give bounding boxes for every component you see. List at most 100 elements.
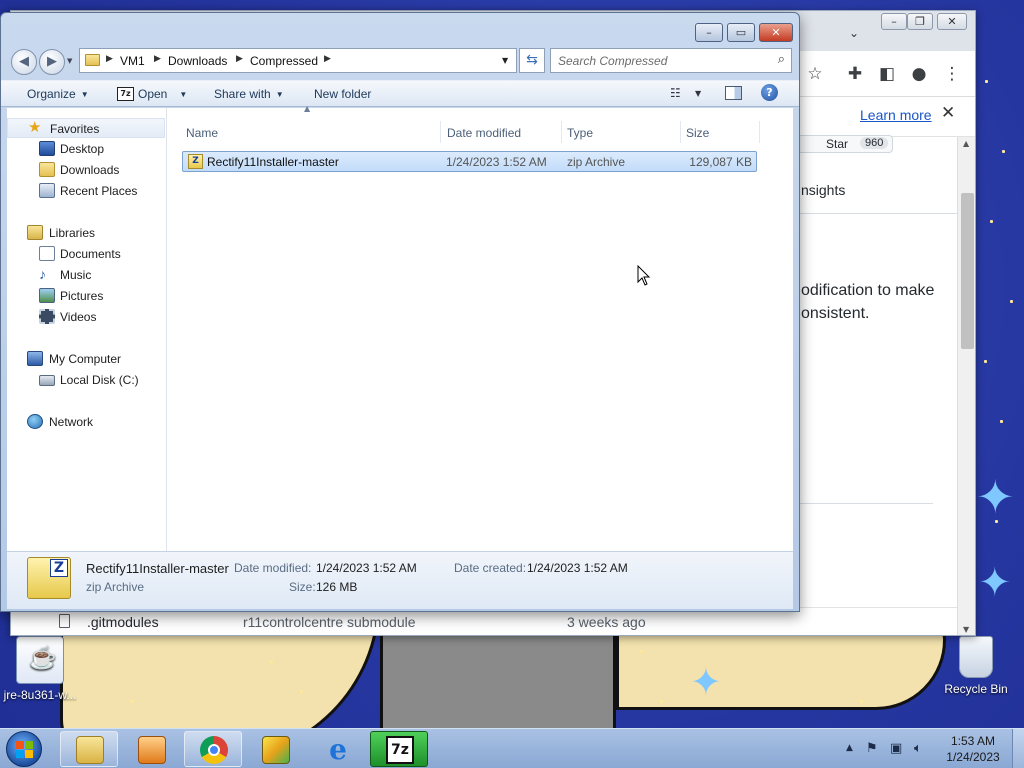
file-name[interactable]: Rectify11Installer-master (207, 155, 339, 169)
file-row-name[interactable]: .gitmodules (87, 614, 159, 630)
repo-star-button[interactable]: Star 960 (797, 135, 893, 153)
volume-speaker-icon[interactable]: 🔈︎ (914, 741, 922, 756)
taskbar-internet-explorer-button[interactable]: e (308, 731, 366, 767)
browser-maximize-button[interactable]: ❐ (907, 13, 933, 30)
preview-pane-icon[interactable] (725, 86, 742, 100)
content-divider (799, 503, 933, 504)
zip-badge-icon: Z (50, 559, 68, 577)
browser-close-button[interactable]: ✕ (937, 13, 967, 30)
column-header-date-modified[interactable]: Date modified (447, 126, 521, 140)
learn-more-link[interactable]: Learn more (860, 107, 932, 123)
nav-label: Downloads (60, 163, 120, 177)
taskbar-explorer-button[interactable] (60, 731, 118, 767)
explorer-window[interactable]: – ▭ ✕ ◀ ▶ ▼ ▶ VM1 ▶ Downloads ▶ Compress… (0, 12, 800, 612)
breadcrumb-separator-icon[interactable]: ▶ (154, 54, 161, 64)
show-desktop-button[interactable] (1012, 729, 1024, 768)
taskbar-chrome-button[interactable] (184, 731, 242, 767)
column-header-type[interactable]: Type (567, 126, 593, 140)
network-status-icon[interactable]: ▣ (890, 741, 902, 756)
wallpaper-speck (1002, 150, 1005, 153)
back-button[interactable]: ◀ (11, 49, 37, 75)
search-box[interactable]: Search Compressed ⌕ (550, 48, 792, 73)
address-bar[interactable]: ▶ VM1 ▶ Downloads ▶ Compressed ▶ ▼ (79, 48, 517, 73)
nav-network[interactable]: Network (7, 412, 167, 432)
breadcrumb-vm1[interactable]: VM1 (120, 54, 145, 68)
file-row-commit-message[interactable]: r11controlcentre submodule (243, 614, 416, 630)
file-row-selected[interactable]: Z Rectify11Installer-master 1/24/2023 1:… (182, 151, 757, 172)
network-globe-icon (27, 414, 43, 429)
extensions-puzzle-icon[interactable]: ✚ (843, 62, 867, 86)
view-options-icon[interactable]: ☷ (670, 86, 681, 100)
taskbar-clock[interactable]: 1:53 AM 1/24/2023 (940, 733, 1006, 765)
nav-documents[interactable]: Documents (7, 244, 167, 264)
tab-list-chevron-icon[interactable]: ⌄ (849, 26, 859, 40)
wallpaper-speck (985, 80, 988, 83)
organize-button[interactable]: Organize ▼ (27, 87, 89, 101)
refresh-button[interactable]: ⇆ (519, 48, 545, 73)
nav-pictures[interactable]: Pictures (7, 286, 167, 306)
desktop-icon-recycle-bin[interactable]: Recycle Bin (936, 636, 1016, 696)
profile-avatar-icon[interactable]: ● (907, 62, 931, 86)
infobar-close-icon[interactable]: ✕ (941, 103, 955, 123)
column-divider[interactable] (680, 121, 681, 143)
column-divider[interactable] (759, 121, 760, 143)
scroll-up-arrow-icon[interactable]: ▲ (963, 139, 969, 148)
forward-button[interactable]: ▶ (39, 49, 65, 75)
explorer-minimize-button[interactable]: – (695, 23, 723, 42)
nav-local-disk[interactable]: Local Disk (C:) (7, 370, 167, 390)
nav-label: Desktop (60, 142, 105, 156)
search-icon[interactable]: ⌕ (778, 52, 785, 67)
breadcrumb-downloads[interactable]: Downloads (168, 54, 227, 68)
column-header-size[interactable]: Size (686, 126, 709, 140)
tab-underline-divider (799, 213, 957, 214)
column-header-name[interactable]: Name (186, 126, 218, 140)
browser-menu-icon[interactable]: ⋮ (940, 62, 964, 86)
desktop-icon-java-installer[interactable]: ☕ jre-8u361-w... (0, 636, 80, 702)
breadcrumb-separator-icon[interactable]: ▶ (106, 54, 113, 64)
action-center-flag-icon[interactable]: ⚑ (866, 741, 878, 756)
show-hidden-icons-chevron-icon[interactable]: ▲ (846, 743, 853, 753)
side-panel-icon[interactable]: ◧ (875, 62, 899, 86)
breadcrumb-compressed[interactable]: Compressed (250, 54, 318, 68)
nav-desktop[interactable]: Desktop (7, 139, 167, 159)
bookmark-star-icon[interactable]: ☆ (803, 62, 827, 86)
taskbar-media-player-button[interactable] (122, 731, 180, 767)
start-button[interactable] (6, 731, 42, 767)
explorer-maximize-button[interactable]: ▭ (727, 23, 755, 42)
browser-minimize-button[interactable]: – (881, 13, 907, 30)
nav-recent-places[interactable]: Recent Places (7, 181, 167, 201)
address-history-dropdown-icon[interactable]: ▼ (502, 56, 508, 65)
nav-favorites[interactable]: ★ Favorites (7, 118, 165, 138)
explorer-close-button[interactable]: ✕ (759, 23, 793, 42)
wallpaper-speck (300, 690, 303, 693)
help-icon[interactable]: ? (761, 84, 778, 101)
nav-music[interactable]: ♪ Music (7, 265, 167, 285)
details-date-modified-label: Date modified: (234, 561, 312, 575)
open-button[interactable]: Open ▼ (138, 87, 187, 101)
file-list-pane[interactable]: ▲ Name Date modified Type Size Z Rectify… (168, 104, 793, 551)
wallpaper-speck (984, 360, 987, 363)
nav-my-computer[interactable]: My Computer (7, 349, 167, 369)
column-divider[interactable] (440, 121, 441, 143)
recent-pages-chevron-icon[interactable]: ▼ (67, 57, 72, 65)
browser-scrollbar-thumb[interactable] (961, 193, 974, 349)
breadcrumb-separator-icon[interactable]: ▶ (236, 54, 243, 64)
search-input[interactable]: Search Compressed (558, 54, 667, 68)
videos-film-icon (39, 309, 55, 324)
insights-tab[interactable]: nsights (801, 182, 845, 198)
column-divider[interactable] (561, 121, 562, 143)
nav-videos[interactable]: Videos (7, 307, 167, 327)
command-bar: Organize ▼ 7z Open ▼ Share with ▼ New folde… (1, 80, 799, 107)
browser-scrollbar[interactable]: ▲ ▼ (957, 137, 975, 635)
share-with-button[interactable]: Share with ▼ (214, 87, 284, 101)
sort-ascending-icon: ▲ (304, 104, 311, 113)
taskbar-7zip-button[interactable]: 7z (370, 731, 428, 767)
breadcrumb-separator-icon[interactable]: ▶ (324, 54, 331, 64)
file-icon (59, 614, 70, 628)
nav-downloads[interactable]: Downloads (7, 160, 167, 180)
scroll-down-arrow-icon[interactable]: ▼ (963, 625, 969, 634)
new-folder-button[interactable]: New folder (314, 87, 371, 101)
taskbar-app-button[interactable] (246, 731, 304, 767)
nav-libraries[interactable]: Libraries (7, 223, 167, 243)
view-options-dropdown-icon[interactable]: ▼ (695, 89, 701, 98)
